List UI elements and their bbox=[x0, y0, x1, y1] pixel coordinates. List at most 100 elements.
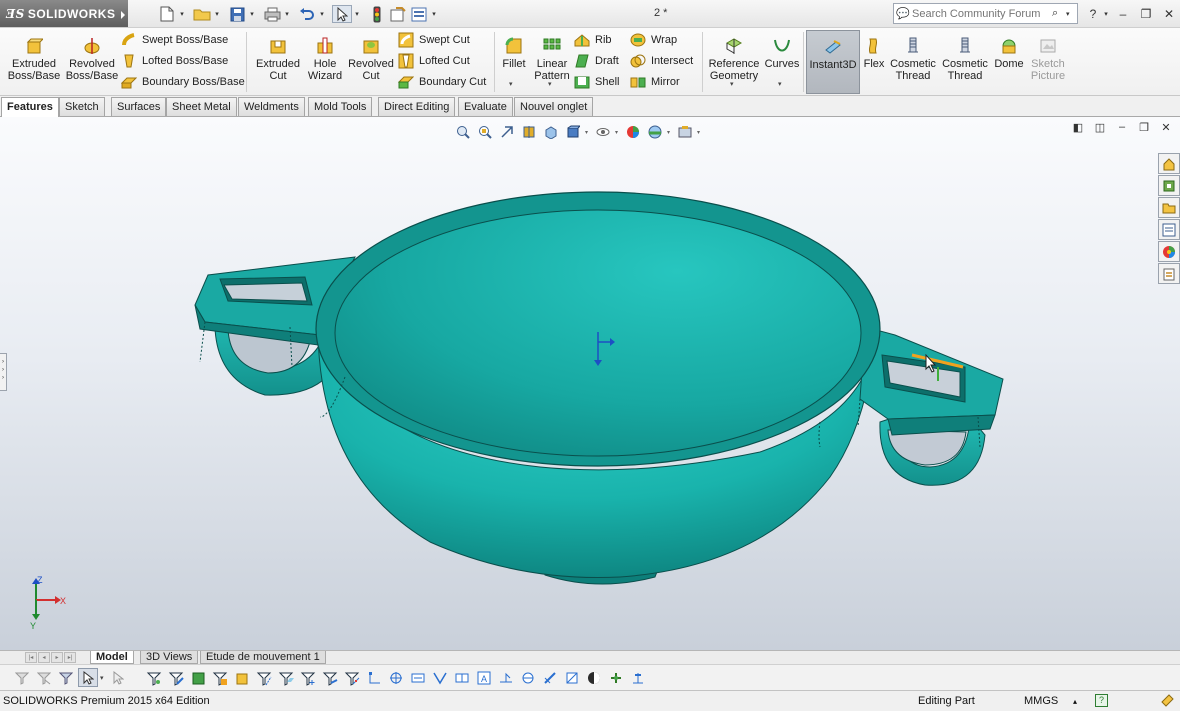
filter-midpoints-icon[interactable] bbox=[342, 668, 362, 687]
swept-cut-button[interactable]: Swept Cut bbox=[398, 30, 470, 49]
filter-routing-points-icon[interactable] bbox=[584, 668, 604, 687]
open-dropdown-icon[interactable]: ▾ bbox=[213, 5, 221, 23]
filter-sketch-segments-icon[interactable] bbox=[320, 668, 340, 687]
filter-datum-targets-icon[interactable] bbox=[518, 668, 538, 687]
undo-icon[interactable] bbox=[297, 5, 317, 23]
tab-nouvel-onglet[interactable]: Nouvel onglet bbox=[514, 97, 594, 116]
filter-centerline-icon[interactable] bbox=[386, 668, 406, 687]
notification-icon[interactable] bbox=[1160, 693, 1174, 710]
restore-icon[interactable]: ❐ bbox=[1134, 7, 1158, 21]
save-icon[interactable] bbox=[227, 5, 247, 23]
rebuild-icon[interactable] bbox=[367, 5, 387, 23]
filter-surface-finish-icon[interactable] bbox=[430, 668, 450, 687]
hole-wizard-button[interactable]: Hole Wizard bbox=[302, 30, 348, 94]
boundary-boss-button[interactable]: Boundary Boss/Base bbox=[121, 72, 245, 91]
scroll-next-icon[interactable]: ▸ bbox=[51, 652, 63, 663]
shell-button[interactable]: Shell bbox=[574, 72, 619, 91]
filter-center-marks-icon[interactable] bbox=[364, 668, 384, 687]
file-properties-icon[interactable] bbox=[388, 5, 408, 23]
toggle-filter-icon[interactable] bbox=[12, 668, 32, 687]
filter-solid-bodies-icon[interactable] bbox=[232, 668, 252, 687]
cosmetic-thread-button-1[interactable]: Cosmetic Thread bbox=[888, 30, 938, 94]
reference-dropdown-icon[interactable]: ▾ bbox=[730, 80, 734, 88]
selection-mode-icon[interactable] bbox=[108, 668, 128, 687]
filter-toolbar-icon[interactable] bbox=[34, 668, 54, 687]
filter-blocks-icon[interactable] bbox=[562, 668, 582, 687]
unit-system[interactable]: MMGS bbox=[1024, 695, 1058, 707]
new-document-icon[interactable] bbox=[157, 5, 177, 23]
search-input[interactable] bbox=[912, 7, 1052, 20]
pattern-dropdown-icon[interactable]: ▾ bbox=[548, 80, 552, 88]
print-icon[interactable] bbox=[262, 5, 282, 23]
instant3d-button[interactable]: Instant3D bbox=[806, 30, 860, 94]
cosmetic-thread-button-2[interactable]: Cosmetic Thread bbox=[940, 30, 990, 94]
mirror-button[interactable]: Mirror bbox=[630, 72, 680, 91]
tab-surfaces[interactable]: Surfaces bbox=[111, 97, 167, 116]
filter-surface-bodies-icon[interactable] bbox=[210, 668, 230, 687]
clear-filters-icon[interactable] bbox=[56, 668, 76, 687]
filter-weld-symbols-icon[interactable] bbox=[496, 668, 516, 687]
scroll-prev-icon[interactable]: ◂ bbox=[38, 652, 50, 663]
swept-boss-button[interactable]: Swept Boss/Base bbox=[121, 30, 228, 49]
filter-faces-icon[interactable] bbox=[188, 668, 208, 687]
wrap-button[interactable]: Wrap bbox=[630, 30, 677, 49]
boundary-cut-button[interactable]: Boundary Cut bbox=[398, 72, 486, 91]
filter-vertices-icon[interactable] bbox=[144, 668, 164, 687]
new-dropdown-icon[interactable]: ▾ bbox=[178, 5, 186, 23]
sketch-picture-button[interactable]: Sketch Picture bbox=[1028, 30, 1068, 94]
reference-geometry-button[interactable]: Reference Geometry bbox=[706, 30, 762, 94]
revolved-boss-button[interactable]: Revolved Boss/Base bbox=[64, 30, 120, 94]
filter-axes-icon[interactable] bbox=[254, 668, 274, 687]
tab-motion-study[interactable]: Etude de mouvement 1 bbox=[200, 651, 326, 664]
tab-weldments[interactable]: Weldments bbox=[238, 97, 305, 116]
tab-sheet-metal[interactable]: Sheet Metal bbox=[166, 97, 237, 116]
tab-3d-views[interactable]: 3D Views bbox=[140, 651, 199, 664]
search-dropdown-icon[interactable]: ▾ bbox=[1066, 10, 1076, 18]
fillet-button[interactable]: Fillet bbox=[498, 30, 530, 94]
units-dropdown-icon[interactable]: ▴ bbox=[1073, 697, 1077, 706]
open-folder-icon[interactable] bbox=[192, 5, 212, 23]
select-arrow-icon[interactable] bbox=[332, 5, 352, 23]
filter-connection-points-icon[interactable] bbox=[606, 668, 626, 687]
curves-button[interactable]: Curves bbox=[764, 30, 800, 94]
fillet-dropdown-icon[interactable]: ▾ bbox=[509, 80, 513, 88]
tab-evaluate[interactable]: Evaluate bbox=[458, 97, 513, 116]
tab-model[interactable]: Model bbox=[90, 651, 134, 664]
filter-mates-icon[interactable] bbox=[628, 668, 648, 687]
filter-edges-icon[interactable] bbox=[166, 668, 186, 687]
quick-tips-icon[interactable]: ? bbox=[1095, 694, 1108, 707]
intersect-button[interactable]: Intersect bbox=[630, 51, 693, 70]
help-icon[interactable]: ? bbox=[1086, 7, 1100, 21]
extruded-boss-button[interactable]: Extruded Boss/Base bbox=[4, 30, 64, 94]
print-dropdown-icon[interactable]: ▾ bbox=[283, 5, 291, 23]
options-icon[interactable] bbox=[409, 5, 429, 23]
search-icon[interactable]: ⌕ bbox=[1052, 7, 1066, 20]
search-community-box[interactable]: 💬 ⌕ ▾ bbox=[893, 3, 1078, 24]
tab-features[interactable]: Features bbox=[1, 97, 59, 117]
lofted-cut-button[interactable]: Lofted Cut bbox=[398, 51, 470, 70]
filter-notes-icon[interactable]: A bbox=[474, 668, 494, 687]
flex-button[interactable]: Flex bbox=[862, 30, 886, 94]
close-icon[interactable]: ✕ bbox=[1158, 7, 1180, 21]
dome-button[interactable]: Dome bbox=[993, 30, 1025, 94]
bowl-model[interactable] bbox=[194, 191, 1004, 585]
filter-geometric-tolerance-icon[interactable] bbox=[452, 668, 472, 687]
minimize-icon[interactable]: – bbox=[1112, 7, 1134, 21]
options-dropdown-icon[interactable]: ▾ bbox=[430, 5, 438, 23]
linear-pattern-button[interactable]: Linear Pattern bbox=[532, 30, 572, 94]
filter-planes-icon[interactable] bbox=[276, 668, 296, 687]
revolved-cut-button[interactable]: Revolved Cut bbox=[348, 30, 394, 94]
selection-dropdown-icon[interactable]: ▾ bbox=[100, 674, 104, 682]
tab-sketch[interactable]: Sketch bbox=[59, 97, 105, 116]
extruded-cut-button[interactable]: Extruded Cut bbox=[251, 30, 305, 94]
solidworks-menu-button[interactable]: ƎS SOLIDWORKS bbox=[0, 0, 128, 27]
rib-button[interactable]: Rib bbox=[574, 30, 612, 49]
graphics-area[interactable]: ▾ ▾ ▾ ▾ ◧ ◫ – ❐ ✕ › › › Z X Y bbox=[0, 117, 1180, 650]
help-dropdown-icon[interactable]: ▾ bbox=[1100, 10, 1112, 18]
tab-direct-editing[interactable]: Direct Editing bbox=[378, 97, 456, 116]
select-dropdown-icon[interactable]: ▾ bbox=[353, 5, 361, 23]
filter-cosmetic-welds-icon[interactable] bbox=[540, 668, 560, 687]
scroll-last-icon[interactable]: ▸| bbox=[64, 652, 76, 663]
tab-mold-tools[interactable]: Mold Tools bbox=[308, 97, 373, 116]
scroll-first-icon[interactable]: |◂ bbox=[25, 652, 37, 663]
